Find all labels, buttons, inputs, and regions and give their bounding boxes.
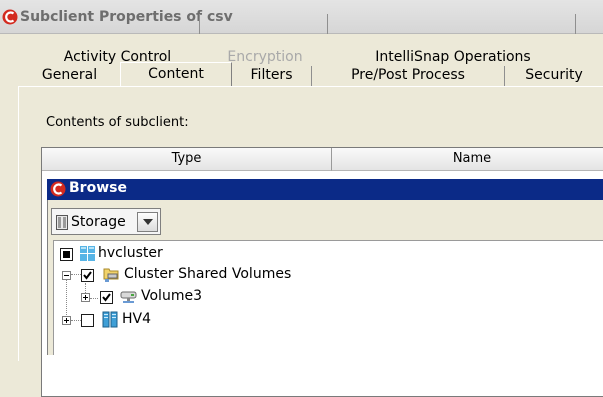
tab-activity-control[interactable]: Activity Control <box>36 14 200 65</box>
tree-node-volume3[interactable]: Volume3 <box>54 288 374 307</box>
tree-node-hv4[interactable]: HV4 <box>54 311 354 330</box>
checked-checkbox[interactable] <box>100 291 113 304</box>
column-header-name[interactable]: Name <box>332 148 603 171</box>
cluster-icon <box>80 246 95 261</box>
tab-label: IntelliSnap Operations <box>375 49 531 65</box>
collapse-toggle[interactable] <box>62 271 71 280</box>
tab-pre-post-process[interactable]: Pre/Post Process <box>312 66 505 86</box>
volume-icon <box>120 291 137 303</box>
tab-label: Security <box>525 67 583 83</box>
tree-node-label: hvcluster <box>98 245 163 261</box>
tab-label: Content <box>148 66 204 82</box>
tree-node-hvcluster[interactable]: hvcluster <box>54 245 354 264</box>
view-selector-value: Storage <box>71 214 126 230</box>
browse-logo-icon <box>50 181 66 197</box>
tree-node-label: Cluster Shared Volumes <box>124 266 292 282</box>
contents-label: Contents of subclient: <box>46 115 189 130</box>
tree-node-label: Volume3 <box>141 288 202 304</box>
tree-node-cluster-shared-volumes[interactable]: Cluster Shared Volumes <box>54 266 374 285</box>
tab-filters[interactable]: Filters <box>232 66 312 86</box>
view-selector-dropdown[interactable]: Storage <box>51 208 161 235</box>
checkmark-icon <box>102 293 111 302</box>
shared-volumes-icon <box>103 268 119 282</box>
dropdown-arrow-button[interactable] <box>137 212 158 232</box>
unchecked-checkbox[interactable] <box>81 314 94 327</box>
chevron-down-icon <box>143 219 153 225</box>
tab-security[interactable]: Security <box>505 66 603 86</box>
tab-general[interactable]: General <box>18 66 122 86</box>
tab-label: Pre/Post Process <box>351 67 465 83</box>
storage-icon <box>56 215 68 230</box>
checkmark-icon <box>83 271 92 280</box>
browse-title: Browse <box>69 180 127 196</box>
tab-intellisnap-operations[interactable]: IntelliSnap Operations <box>331 14 576 65</box>
app-logo-icon <box>2 9 18 25</box>
browse-tree[interactable]: hvcluster Cluster Shared Volumes Volume3… <box>53 240 603 355</box>
tab-label: Encryption <box>227 49 303 65</box>
expand-toggle[interactable] <box>62 316 71 325</box>
server-icon <box>102 311 118 328</box>
tab-label: General <box>41 67 98 83</box>
tab-content[interactable]: Content <box>120 62 232 86</box>
tab-label: Filters <box>250 67 293 83</box>
tab-encryption: Encryption <box>203 14 328 65</box>
checked-checkbox[interactable] <box>81 269 94 282</box>
expand-toggle[interactable] <box>81 293 90 302</box>
column-header-type[interactable]: Type <box>42 148 332 171</box>
tree-node-label: HV4 <box>122 311 152 327</box>
browse-titlebar[interactable]: Browse <box>47 179 603 200</box>
partial-checkbox[interactable] <box>60 248 73 261</box>
